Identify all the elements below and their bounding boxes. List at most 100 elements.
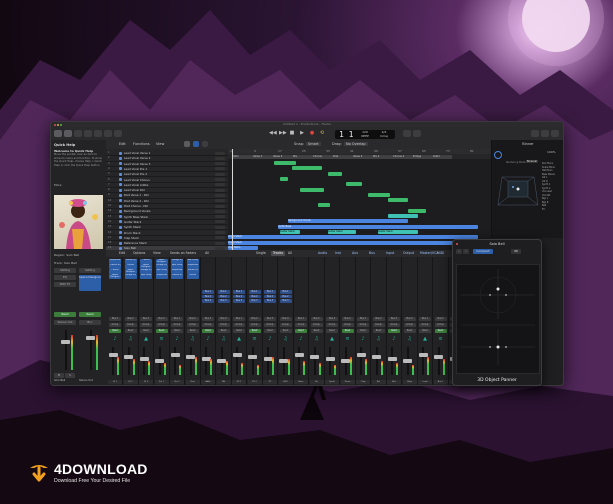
mixer-filter-bus[interactable]: Bus <box>369 251 375 256</box>
view-tracks[interactable]: Tracks <box>271 251 285 256</box>
mute-solo-buttons[interactable] <box>215 241 225 245</box>
volume-fader[interactable] <box>170 353 180 357</box>
midi-fx-button[interactable]: MIDI FX <box>54 282 76 287</box>
mixer-filter-output[interactable]: Output <box>403 251 414 256</box>
region[interactable] <box>388 198 408 203</box>
track-inspector-label[interactable]: Track: Solo Bell <box>54 261 77 265</box>
output-slot[interactable]: Bus 2 <box>124 317 137 321</box>
plugin-slot[interactable]: Space Designer <box>79 275 101 291</box>
plugin-slot[interactable]: Compressor <box>155 274 168 279</box>
flex-icon[interactable] <box>202 141 208 147</box>
region[interactable] <box>318 203 330 208</box>
track-name[interactable]: Synth Stack <box>124 225 141 229</box>
setting-button-2[interactable]: Setting <box>79 268 101 273</box>
automation-mode[interactable]: Read <box>171 329 183 333</box>
volume-fader[interactable] <box>356 353 366 357</box>
volume-fader[interactable] <box>403 359 412 363</box>
automation-read-button-2[interactable]: Read <box>79 312 101 317</box>
volume-fader[interactable] <box>294 353 304 357</box>
send-slot[interactable]: Bus 2 <box>279 294 292 298</box>
plugin-slot[interactable]: Channel EQ <box>186 269 199 274</box>
send-slot[interactable]: Bus 1 <box>279 290 292 294</box>
record-icon[interactable]: ● <box>309 130 315 137</box>
automation-mode[interactable]: Read <box>419 329 431 333</box>
notes-button[interactable] <box>541 130 549 137</box>
automation-mode[interactable]: Read <box>434 329 447 333</box>
automation-mode[interactable]: Read <box>326 329 338 333</box>
volume-fader[interactable] <box>325 357 335 361</box>
stereo-out-button[interactable]: Stereo Out <box>54 320 76 325</box>
plugin-slot[interactable]: Vintage EQ <box>155 264 168 269</box>
group-slot[interactable]: Group <box>109 323 121 327</box>
automation-mode[interactable]: Read <box>264 329 276 333</box>
track-name[interactable]: Lead Vocal Verse 3 <box>124 162 150 166</box>
automation-mode[interactable]: Read <box>124 329 137 333</box>
plugin-slot[interactable]: Tape Delay <box>186 259 199 264</box>
track-name[interactable]: Guitar Stack <box>124 220 141 224</box>
track-name[interactable]: Clap Stack <box>124 236 139 240</box>
volume-fader[interactable] <box>232 353 242 357</box>
automation-mode[interactable]: Read <box>372 329 385 333</box>
mixer-filter-audio[interactable]: Audio <box>318 251 327 256</box>
region[interactable] <box>274 161 296 165</box>
track-name[interactable]: Reference Stack <box>124 241 147 245</box>
group-slot[interactable]: Group <box>124 323 137 327</box>
setting-button[interactable]: Setting <box>54 268 76 273</box>
plugin-slot[interactable]: Tape Delay <box>155 269 168 274</box>
output-fader[interactable] <box>86 336 95 340</box>
volume-fader[interactable] <box>387 357 397 361</box>
output-slot[interactable]: Bus 1 <box>295 317 307 321</box>
group-slot[interactable]: Group <box>310 323 323 327</box>
forward-icon[interactable]: ▶▶ <box>279 130 287 137</box>
marker[interactable]: Pre <box>292 154 312 159</box>
mute-solo-buttons[interactable] <box>215 151 225 155</box>
track-name[interactable]: Lead Vocal Adlibs <box>124 183 148 187</box>
panner-value[interactable]: 96 <box>511 249 521 254</box>
mute-button[interactable]: M <box>54 373 64 378</box>
marker[interactable]: Chorus 2 <box>392 154 412 159</box>
metronome-icon[interactable] <box>413 130 421 137</box>
automation-mode[interactable]: Read <box>186 329 199 333</box>
group-slot[interactable]: Group <box>434 323 447 327</box>
region[interactable] <box>388 214 418 218</box>
plugin-slot[interactable]: Space Designer <box>140 264 152 269</box>
send-slot[interactable]: Bus 3 <box>202 299 214 303</box>
group-slot[interactable]: Group <box>155 323 168 327</box>
region[interactable]: Synth Bass <box>278 224 478 229</box>
group-slot[interactable]: Group <box>295 323 307 327</box>
region[interactable]: Drum Stack <box>228 240 478 245</box>
mixer-filter-input[interactable]: Input <box>386 251 394 256</box>
output-slot[interactable]: Bus 4 <box>155 317 168 321</box>
output-slot[interactable]: Bus 4 <box>341 317 354 321</box>
automation-mode[interactable]: Read <box>403 329 416 333</box>
automation-mode[interactable]: Read <box>233 329 245 333</box>
plugin-slot[interactable]: Channel EQ <box>171 274 183 279</box>
group-slot[interactable]: Group <box>140 323 152 327</box>
output-slot[interactable]: Bus 1 <box>233 317 245 321</box>
panner-2d-view[interactable] <box>456 264 540 374</box>
group-slot[interactable]: Group <box>372 323 385 327</box>
send-slot[interactable]: Bus 3 <box>248 299 261 303</box>
track-name[interactable]: Post Verse 1 - Dbl <box>124 193 149 197</box>
send-slot[interactable]: Bus 3 <box>264 299 276 303</box>
mixer-filter-mastervca[interactable]: Master/VCA <box>420 251 439 256</box>
automation-mode[interactable]: Read <box>140 329 152 333</box>
group-slot[interactable]: Group <box>171 323 183 327</box>
automation-mode[interactable]: Read <box>248 329 261 333</box>
automation-mode[interactable]: Read <box>341 329 354 333</box>
group-slot[interactable]: Group <box>357 323 369 327</box>
rendering-mode-select[interactable]: Binaural <box>526 160 538 163</box>
marker[interactable]: Chorus <box>312 154 332 159</box>
mute-solo-buttons[interactable] <box>215 156 225 160</box>
inspector-fader[interactable] <box>61 340 70 344</box>
lcd-display[interactable]: 1 1 120 KEEP 4/4 Cmaj <box>335 130 395 139</box>
group-slot[interactable]: Group <box>186 323 199 327</box>
send-slot[interactable]: Bus 2 <box>217 294 230 298</box>
send-slot[interactable]: Bus 2 <box>202 294 214 298</box>
plugin-slot[interactable]: Channel EQ <box>124 259 137 264</box>
smart-controls-button[interactable] <box>94 130 102 137</box>
region[interactable]: Drum Stack <box>228 235 478 240</box>
plugin-slot[interactable]: Vintage EQ <box>171 259 183 264</box>
automation-mode[interactable]: Read <box>109 329 121 333</box>
binner-room-view[interactable] <box>496 167 540 211</box>
